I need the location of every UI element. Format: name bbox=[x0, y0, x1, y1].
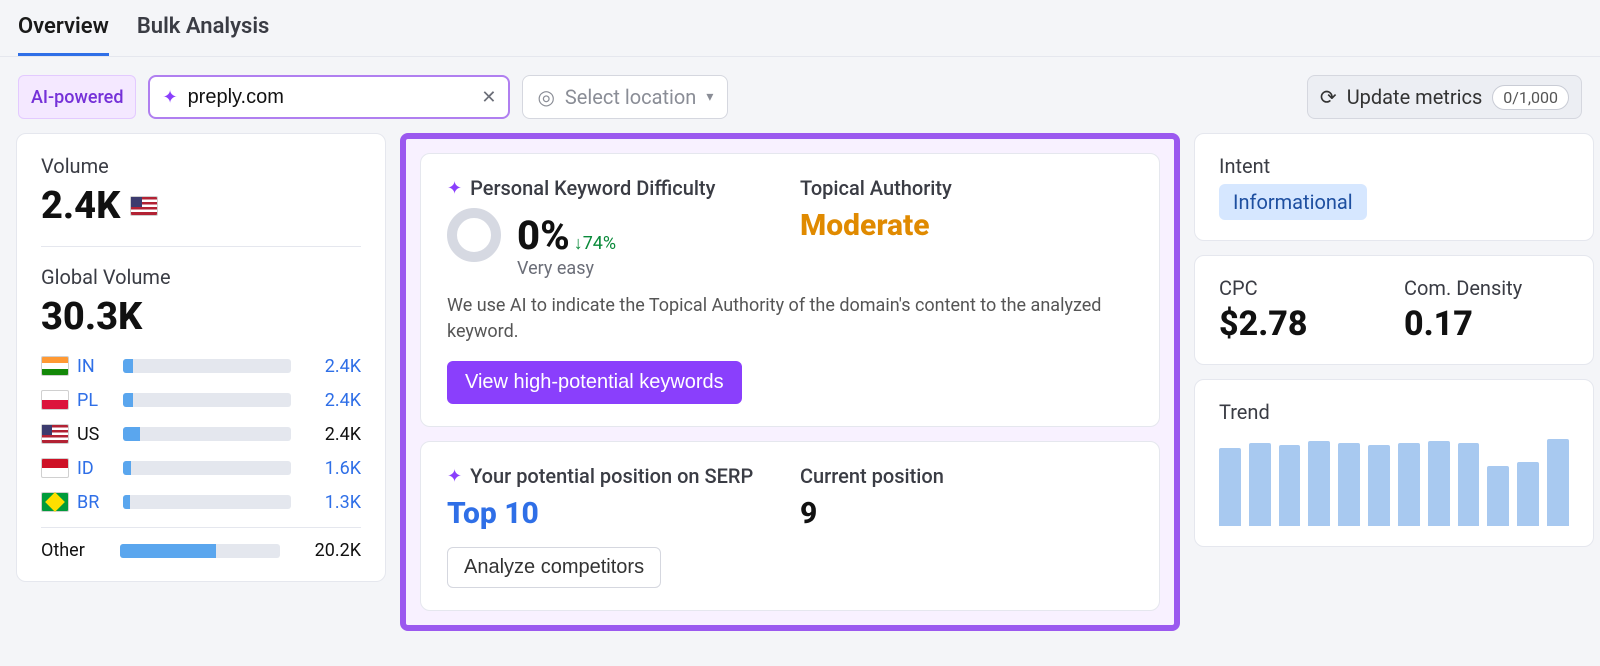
difficulty-ring bbox=[447, 208, 501, 262]
flag-id-icon bbox=[41, 458, 69, 478]
trend-bar bbox=[1368, 445, 1390, 526]
pkd-percent: 0% bbox=[517, 212, 570, 259]
sparkle-icon: ✦ bbox=[162, 87, 177, 108]
tab-overview[interactable]: Overview bbox=[18, 14, 109, 56]
serp-card: ✦ Your potential position on SERP Top 10… bbox=[420, 441, 1160, 611]
ai-description: We use AI to indicate the Topical Author… bbox=[447, 293, 1133, 345]
cpc-value: $2.78 bbox=[1219, 304, 1384, 344]
country-code: US bbox=[77, 424, 99, 445]
view-high-potential-button[interactable]: View high-potential keywords bbox=[447, 361, 742, 404]
country-row[interactable]: PL 2.4K bbox=[41, 383, 361, 417]
intent-card: Intent Informational bbox=[1194, 133, 1594, 241]
volume-bar bbox=[123, 427, 291, 441]
flag-br-icon bbox=[41, 492, 69, 512]
sparkle-icon: ✦ bbox=[447, 466, 462, 487]
trend-bar bbox=[1219, 448, 1241, 526]
location-placeholder: Select location bbox=[565, 85, 696, 109]
other-label: Other bbox=[41, 540, 85, 561]
pkd-label: Personal Keyword Difficulty bbox=[470, 176, 715, 200]
ai-powered-badge: AI-powered bbox=[18, 75, 136, 119]
country-row[interactable]: BR 1.3K bbox=[41, 485, 361, 519]
volume-bar bbox=[123, 461, 291, 475]
potential-value: Top 10 bbox=[447, 496, 780, 531]
country-code: IN bbox=[77, 356, 95, 377]
country-code: BR bbox=[77, 492, 99, 513]
country-volume: 1.6K bbox=[301, 458, 361, 479]
other-value: 20.2K bbox=[315, 540, 361, 561]
country-code: ID bbox=[77, 458, 94, 479]
trend-bar bbox=[1338, 443, 1360, 526]
country-row[interactable]: IN 2.4K bbox=[41, 349, 361, 383]
global-volume-title: Global Volume bbox=[41, 265, 361, 289]
intent-value: Informational bbox=[1219, 184, 1367, 220]
trend-chart bbox=[1219, 434, 1569, 526]
density-value: 0.17 bbox=[1404, 304, 1569, 344]
global-volume-value: 30.3K bbox=[41, 295, 361, 339]
trend-title: Trend bbox=[1219, 400, 1569, 424]
flag-us-icon bbox=[41, 424, 69, 444]
country-code: PL bbox=[77, 390, 98, 411]
ta-value: Moderate bbox=[800, 208, 1133, 243]
trend-bar bbox=[1428, 441, 1450, 526]
trend-bar bbox=[1279, 445, 1301, 526]
tabs: Overview Bulk Analysis bbox=[0, 0, 1600, 57]
flag-pl-icon bbox=[41, 390, 69, 410]
cpc-label: CPC bbox=[1219, 276, 1384, 300]
country-volume: 2.4K bbox=[301, 356, 361, 377]
trend-card: Trend bbox=[1194, 379, 1594, 547]
analyze-competitors-button[interactable]: Analyze competitors bbox=[447, 547, 661, 588]
current-value: 9 bbox=[800, 496, 1133, 531]
country-row[interactable]: US 2.4K bbox=[41, 417, 361, 451]
domain-input[interactable] bbox=[188, 86, 472, 109]
trend-bar bbox=[1398, 443, 1420, 526]
potential-label: Your potential position on SERP bbox=[470, 464, 753, 488]
current-label: Current position bbox=[800, 464, 944, 488]
sparkle-icon: ✦ bbox=[447, 178, 462, 199]
volume-card: Volume 2.4K Global Volume 30.3K IN2.4KPL… bbox=[16, 133, 386, 582]
chevron-down-icon: ▾ bbox=[706, 89, 713, 105]
flag-in-icon bbox=[41, 356, 69, 376]
domain-input-wrap[interactable]: ✦ ✕ bbox=[148, 75, 510, 119]
update-metrics-label: Update metrics bbox=[1347, 85, 1483, 109]
volume-bar bbox=[123, 495, 291, 509]
trend-bar bbox=[1249, 443, 1271, 526]
controls-row: AI-powered ✦ ✕ ◎ Select location ▾ ⟳ Upd… bbox=[0, 57, 1600, 133]
clear-icon[interactable]: ✕ bbox=[481, 87, 496, 108]
location-select[interactable]: ◎ Select location ▾ bbox=[522, 75, 728, 119]
trend-bar bbox=[1547, 439, 1569, 526]
country-volume: 2.4K bbox=[301, 390, 361, 411]
ta-label: Topical Authority bbox=[800, 176, 952, 200]
center-highlight: ✦ Personal Keyword Difficulty 0% 74% Ver… bbox=[400, 133, 1180, 631]
volume-value: 2.4K bbox=[41, 184, 120, 228]
tab-bulk-analysis[interactable]: Bulk Analysis bbox=[137, 14, 270, 56]
density-label: Com. Density bbox=[1404, 276, 1569, 300]
country-row[interactable]: ID 1.6K bbox=[41, 451, 361, 485]
intent-title: Intent bbox=[1219, 154, 1569, 178]
pin-icon: ◎ bbox=[537, 85, 554, 109]
update-metrics-button[interactable]: ⟳ Update metrics 0/1,000 bbox=[1307, 75, 1582, 119]
trend-bar bbox=[1458, 443, 1480, 526]
pkd-text: Very easy bbox=[517, 258, 780, 279]
flag-us-icon bbox=[130, 196, 158, 216]
volume-title: Volume bbox=[41, 154, 361, 178]
trend-bar bbox=[1517, 462, 1539, 526]
volume-bar bbox=[123, 359, 291, 373]
pkd-card: ✦ Personal Keyword Difficulty 0% 74% Ver… bbox=[420, 153, 1160, 427]
country-volume: 2.4K bbox=[301, 424, 361, 445]
volume-bar bbox=[123, 393, 291, 407]
update-count: 0/1,000 bbox=[1492, 85, 1569, 110]
refresh-icon: ⟳ bbox=[1320, 85, 1337, 109]
cpc-card: CPC $2.78 Com. Density 0.17 bbox=[1194, 255, 1594, 365]
country-volume: 1.3K bbox=[301, 492, 361, 513]
other-bar bbox=[120, 544, 280, 558]
trend-bar bbox=[1487, 466, 1509, 526]
trend-bar bbox=[1308, 441, 1330, 526]
pkd-delta: 74% bbox=[574, 233, 616, 254]
